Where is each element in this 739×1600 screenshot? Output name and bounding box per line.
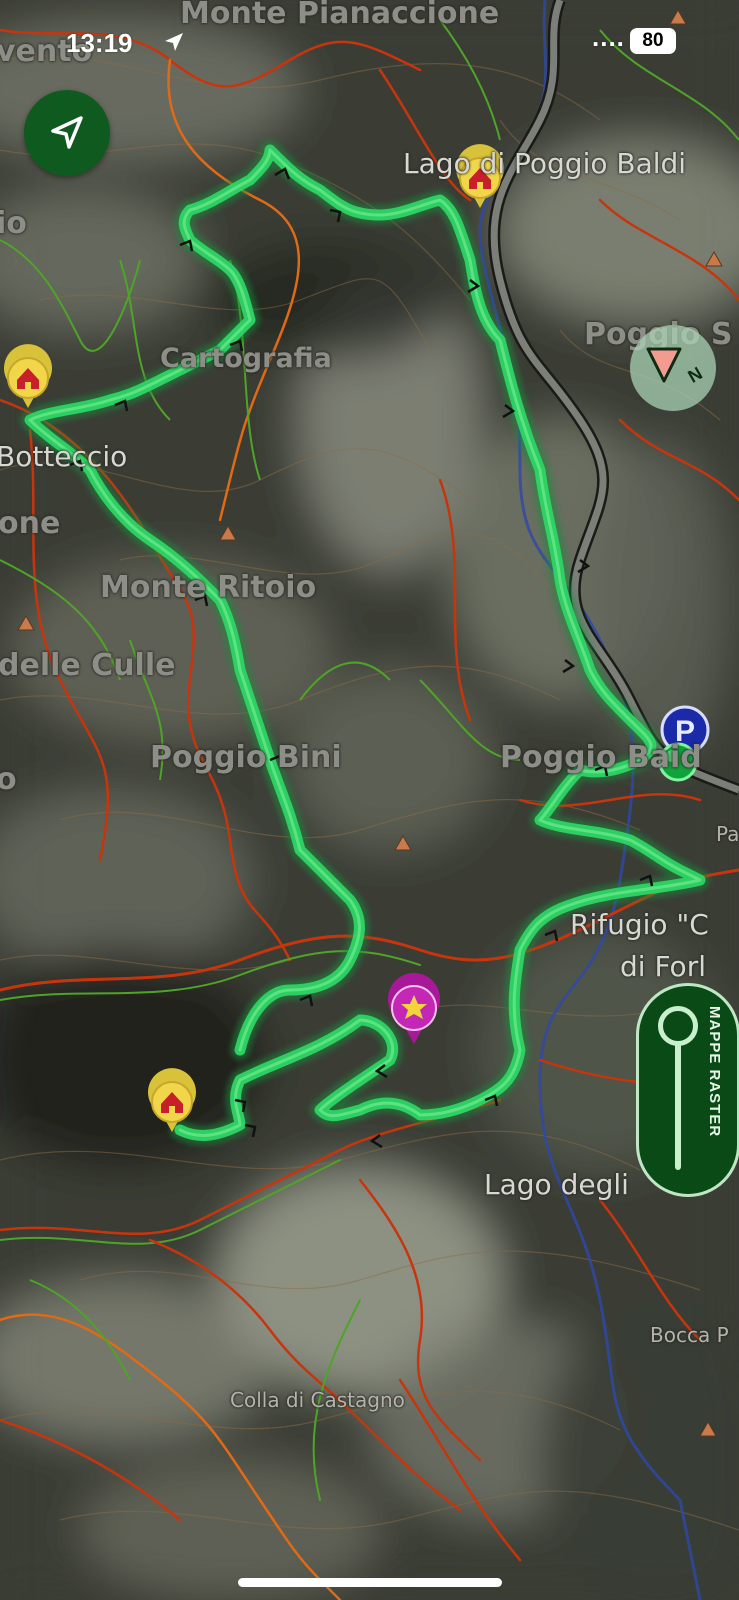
place-label: one (0, 506, 61, 541)
place-label: Cartografia (160, 343, 332, 374)
raster-maps-toggle[interactable]: MAPPE RASTER (636, 983, 739, 1197)
place-label: Colla di Castagno (230, 1388, 405, 1412)
map-screen: P Monte Pianaccione vento Lago di Poggio… (0, 0, 739, 1600)
signal-indicator: .... (592, 22, 625, 52)
place-label: Bocca P (650, 1323, 729, 1347)
navigation-arrow-icon (51, 116, 83, 149)
place-label: Lago degli (484, 1168, 629, 1201)
place-label: Pa (716, 822, 739, 846)
place-label: Poggio Baid (500, 740, 702, 775)
raster-toggle-label: MAPPE RASTER (706, 1006, 723, 1138)
place-label: di Forl (620, 950, 706, 983)
place-label: Rifugio "C (570, 908, 709, 941)
location-services-icon (165, 33, 183, 51)
home-indicator[interactable] (238, 1578, 502, 1587)
toggle-knob[interactable] (658, 1006, 698, 1046)
place-label: Monte Ritoio (100, 570, 317, 605)
map-canvas[interactable]: P (0, 0, 739, 1600)
place-label: Lago di Poggio Baldi (403, 147, 687, 180)
compass-north-letter: N (685, 363, 705, 387)
place-label: Poggio Bini (150, 740, 342, 775)
status-time: 13:19 (66, 28, 133, 58)
place-label: o (0, 762, 17, 797)
place-label: Monte Pianaccione (180, 0, 500, 31)
locate-me-button[interactable] (24, 90, 110, 176)
place-label: io (0, 206, 27, 241)
terrain-shading (0, 0, 739, 1600)
place-label: delle Culle (0, 648, 176, 683)
toggle-track (675, 1042, 681, 1170)
place-label: Botteccio (0, 440, 128, 473)
battery-indicator: 80 (630, 28, 676, 54)
compass-button[interactable]: N (630, 325, 716, 411)
compass-icon: N (646, 347, 705, 387)
